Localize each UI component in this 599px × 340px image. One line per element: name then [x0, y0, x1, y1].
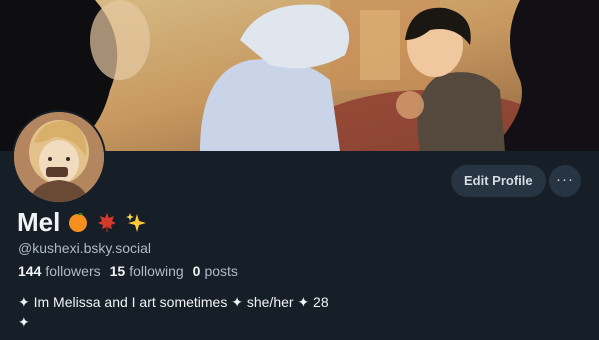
profile-handle: @kushexi.bsky.social — [18, 240, 151, 256]
followers-label: followers — [45, 263, 101, 279]
sparkles-emoji-icon — [125, 211, 147, 233]
edit-profile-button[interactable]: Edit Profile — [451, 165, 546, 197]
maple-leaf-emoji-icon — [96, 211, 118, 233]
orange-emoji-icon — [67, 211, 89, 233]
posts-label: posts — [204, 263, 238, 279]
display-name-row: Mel — [17, 204, 147, 240]
followers-count: 144 — [18, 263, 42, 279]
profile-avatar[interactable] — [12, 110, 106, 204]
profile-bio: ✦ Im Melissa and I art sometimes ✦ she/h… — [18, 294, 329, 330]
following-stat[interactable]: 15 following — [110, 263, 184, 279]
more-options-button[interactable]: ··· — [549, 165, 581, 197]
profile-stats: 144 followers 15 following 0 posts — [18, 263, 238, 279]
followers-stat[interactable]: 144 followers — [18, 263, 101, 279]
following-label: following — [129, 263, 184, 279]
following-count: 15 — [109, 263, 126, 279]
display-name: Mel — [17, 206, 61, 237]
posts-stat: 0 posts — [193, 263, 238, 279]
posts-count: 0 — [192, 263, 201, 279]
